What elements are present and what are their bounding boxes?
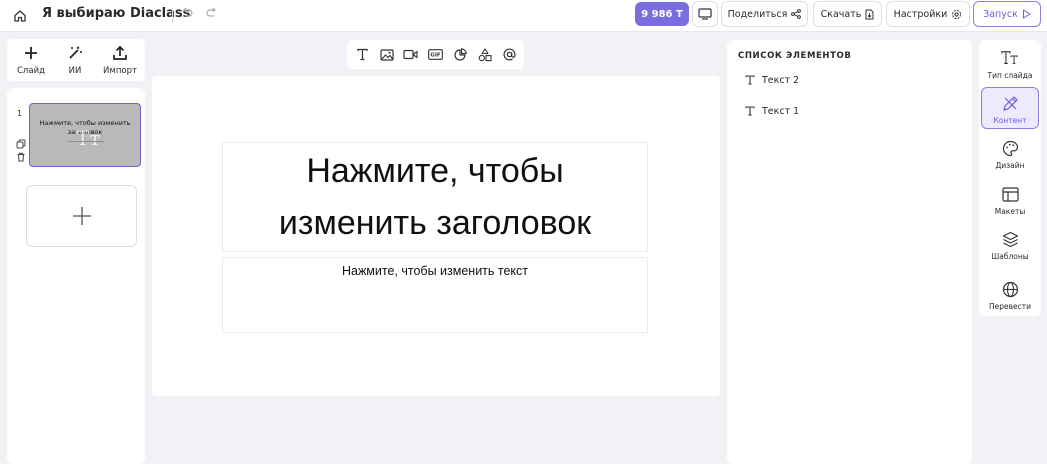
tokens-balance-button[interactable]: 9 986 Т xyxy=(635,2,689,26)
shapes-icon xyxy=(478,47,492,62)
add-slide-button[interactable] xyxy=(26,185,137,247)
undo-button[interactable] xyxy=(180,6,196,22)
tab-templates[interactable]: Шаблоны xyxy=(981,224,1039,266)
text-type-icon xyxy=(1001,49,1019,67)
slide-title-text[interactable]: Нажмите, чтобы изменить заголовок xyxy=(255,145,615,249)
plus-icon xyxy=(72,206,92,226)
launch-label: Запуск xyxy=(983,8,1018,20)
right-sidebar: Тип слайда Контент Дизайн Макеты Шаблоны… xyxy=(979,40,1041,316)
palette-icon xyxy=(1001,139,1019,157)
undo-icon xyxy=(180,6,196,20)
gif-icon: GIF xyxy=(428,49,443,60)
title-placeholder[interactable]: Нажмите, чтобы изменить заголовок xyxy=(222,142,648,252)
insert-shape-button[interactable] xyxy=(477,47,492,62)
home-icon xyxy=(13,9,27,23)
tab-design[interactable]: Дизайн xyxy=(981,133,1039,175)
tab-layouts-label: Макеты xyxy=(994,207,1026,216)
settings-label: Настройки xyxy=(893,8,948,20)
play-icon xyxy=(1022,9,1031,19)
gear-icon xyxy=(951,9,962,20)
body-placeholder[interactable]: Нажмите, чтобы изменить текст xyxy=(222,257,648,333)
redo-icon xyxy=(205,6,221,20)
elements-panel: СПИСОК ЭЛЕМЕНТОВ Текст 2 Текст 1 xyxy=(727,40,972,464)
ai-tool-label: ИИ xyxy=(68,66,82,76)
redo-button[interactable] xyxy=(205,6,221,22)
duplicate-slide-button[interactable] xyxy=(16,139,26,149)
slide-tool-label: Слайд xyxy=(17,66,45,76)
globe-icon xyxy=(1001,280,1019,298)
insert-gif-button[interactable]: GIF xyxy=(428,47,443,62)
tab-translate-label: Перевести xyxy=(988,302,1032,311)
share-button[interactable]: Поделиться xyxy=(721,1,808,27)
share-label: Поделиться xyxy=(727,8,788,20)
copy-icon xyxy=(16,139,26,149)
add-slide-tool[interactable]: Слайд xyxy=(11,45,51,77)
element-list-item-label: Текст 1 xyxy=(762,105,800,117)
slide-thumbnail[interactable]: Нажмите, чтобы изменить заголовок Tт xyxy=(29,103,141,167)
upload-icon xyxy=(112,45,128,61)
presentation-title[interactable]: Я выбираю Diaclass xyxy=(42,6,190,22)
insert-chart-button[interactable] xyxy=(453,47,468,62)
tab-slide-type[interactable]: Тип слайда xyxy=(981,43,1039,85)
tab-content-label: Контент xyxy=(993,116,1027,125)
elements-panel-heading: СПИСОК ЭЛЕМЕНТОВ xyxy=(738,51,852,61)
element-list-item[interactable]: Текст 1 xyxy=(745,104,799,118)
at-sign-icon xyxy=(503,48,516,61)
tab-templates-label: Шаблоны xyxy=(991,252,1029,261)
slide-tools-panel: Слайд ИИ Импорт xyxy=(7,39,145,81)
home-button[interactable] xyxy=(10,6,30,26)
pie-chart-icon xyxy=(454,48,467,61)
tab-design-label: Дизайн xyxy=(995,161,1025,170)
preview-button[interactable] xyxy=(692,1,718,27)
video-icon xyxy=(403,49,418,60)
import-tool-label: Импорт xyxy=(103,66,137,76)
slide-thumbnail-text-line xyxy=(68,141,104,142)
tab-slide-type-label: Тип слайда xyxy=(987,71,1033,80)
tab-layouts[interactable]: Макеты xyxy=(981,179,1039,221)
settings-button[interactable]: Настройки xyxy=(886,1,970,27)
trash-icon xyxy=(16,152,26,162)
tab-translate[interactable]: Перевести xyxy=(981,274,1039,316)
file-download-icon xyxy=(865,9,874,20)
tab-content[interactable]: Контент xyxy=(981,87,1039,129)
element-list-item-label: Текст 2 xyxy=(762,74,800,86)
element-list-item[interactable]: Текст 2 xyxy=(745,73,799,87)
image-icon xyxy=(379,48,394,61)
share-icon xyxy=(791,9,802,19)
insert-image-button[interactable] xyxy=(379,47,394,62)
slide-body-text[interactable]: Нажмите, чтобы изменить текст xyxy=(223,264,647,278)
ai-tool[interactable]: ИИ xyxy=(55,45,95,77)
pen-ruler-icon xyxy=(1001,94,1019,112)
import-tool[interactable]: Импорт xyxy=(100,45,140,77)
monitor-icon xyxy=(698,8,712,20)
magic-wand-icon xyxy=(67,45,83,61)
text-icon xyxy=(745,106,755,116)
download-label: Скачать xyxy=(820,8,862,20)
download-button[interactable]: Скачать xyxy=(813,1,882,27)
svg-text:GIF: GIF xyxy=(430,53,441,59)
text-icon xyxy=(745,75,755,85)
slide-number: 1 xyxy=(17,109,23,118)
plus-icon xyxy=(23,45,39,61)
insert-text-button[interactable] xyxy=(355,47,370,62)
layout-icon xyxy=(1001,185,1019,203)
launch-button[interactable]: Запуск xyxy=(973,1,1041,27)
insert-toolbar: GIF xyxy=(347,40,524,69)
text-type-icon: Tт xyxy=(76,126,101,150)
title-divider xyxy=(172,7,173,23)
text-icon xyxy=(356,48,369,61)
insert-mention-button[interactable] xyxy=(502,47,517,62)
delete-slide-button[interactable] xyxy=(16,152,26,162)
insert-video-button[interactable] xyxy=(403,47,418,62)
top-bar: Я выбираю Diaclass 9 986 Т Поделиться Ск… xyxy=(0,0,1047,32)
layers-icon xyxy=(1001,230,1019,248)
